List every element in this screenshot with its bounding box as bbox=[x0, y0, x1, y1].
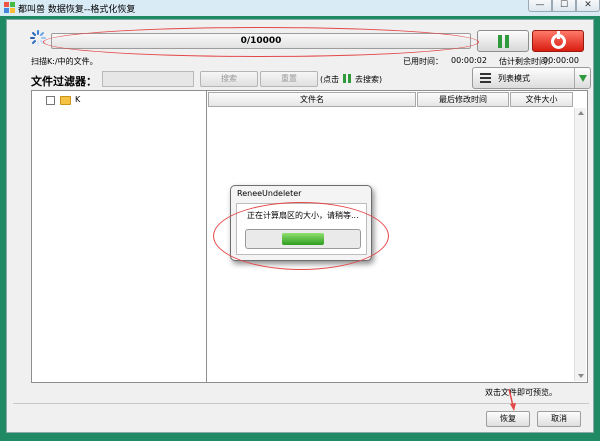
minimize-button[interactable]: — bbox=[528, 0, 552, 12]
view-mode-label: 列表模式 bbox=[498, 74, 530, 83]
list-view-icon bbox=[480, 73, 491, 83]
maximize-button[interactable]: ☐ bbox=[552, 0, 576, 12]
app-logo-icon bbox=[4, 2, 15, 13]
tree-item-label: K bbox=[75, 95, 81, 104]
annotation-arrow-icon bbox=[508, 388, 516, 411]
footer-divider bbox=[13, 403, 589, 404]
reset-button[interactable]: 重置 bbox=[260, 71, 318, 87]
main-panel: 0/10000 扫描K:/中的文件。 已用时间： 00:00:02 估计剩余时间… bbox=[6, 19, 594, 433]
search-hint-suffix: 去搜索) bbox=[355, 75, 383, 84]
folder-icon bbox=[60, 96, 71, 105]
tree-item-checkbox[interactable] bbox=[46, 96, 55, 105]
filter-input[interactable] bbox=[102, 71, 194, 87]
preview-hint: 双击文件即可预览。 bbox=[485, 388, 557, 397]
file-filter-label: 文件过滤器： bbox=[31, 75, 97, 88]
column-header-modified[interactable]: 最后修改时间 bbox=[417, 92, 509, 107]
pause-hint-icon bbox=[343, 74, 351, 83]
recover-button[interactable]: 恢复 bbox=[486, 411, 530, 427]
scan-status-text: 扫描K:/中的文件。 bbox=[31, 57, 98, 66]
remaining-time-value: 00:00:00 bbox=[543, 56, 579, 65]
power-icon bbox=[551, 31, 566, 49]
annotation-ellipse-dialog bbox=[213, 202, 389, 270]
dialog-title: ReneeUndeleter bbox=[237, 189, 302, 198]
column-header-size[interactable]: 文件大小 bbox=[510, 92, 573, 107]
close-button[interactable]: ✕ bbox=[576, 0, 600, 12]
app-window: 都叫兽 数据恢复--格式化恢复 — ☐ ✕ 0/10000 扫描K:/中的文件。 bbox=[0, 0, 600, 441]
title-bar: 都叫兽 数据恢复--格式化恢复 — ☐ ✕ bbox=[0, 0, 600, 16]
cancel-button[interactable]: 取消 bbox=[537, 411, 581, 427]
view-mode-select[interactable]: 列表模式 bbox=[472, 67, 591, 89]
pause-icon bbox=[498, 35, 510, 48]
elapsed-time-value: 00:00:02 bbox=[451, 56, 487, 65]
annotation-ellipse-progress bbox=[43, 27, 479, 57]
stop-button[interactable] bbox=[532, 30, 584, 52]
vertical-scrollbar[interactable] bbox=[574, 108, 586, 381]
pause-button[interactable] bbox=[477, 30, 529, 52]
column-header-name[interactable]: 文件名 bbox=[208, 92, 416, 107]
loading-spinner-icon bbox=[30, 30, 46, 46]
dropdown-arrow-icon[interactable] bbox=[574, 68, 590, 88]
search-button[interactable]: 搜索 bbox=[200, 71, 258, 87]
elapsed-time-label: 已用时间： bbox=[403, 57, 443, 66]
directory-tree: K bbox=[31, 90, 207, 383]
window-title: 都叫兽 数据恢复--格式化恢复 bbox=[18, 5, 136, 15]
search-hint-prefix: (点击 bbox=[320, 75, 340, 84]
